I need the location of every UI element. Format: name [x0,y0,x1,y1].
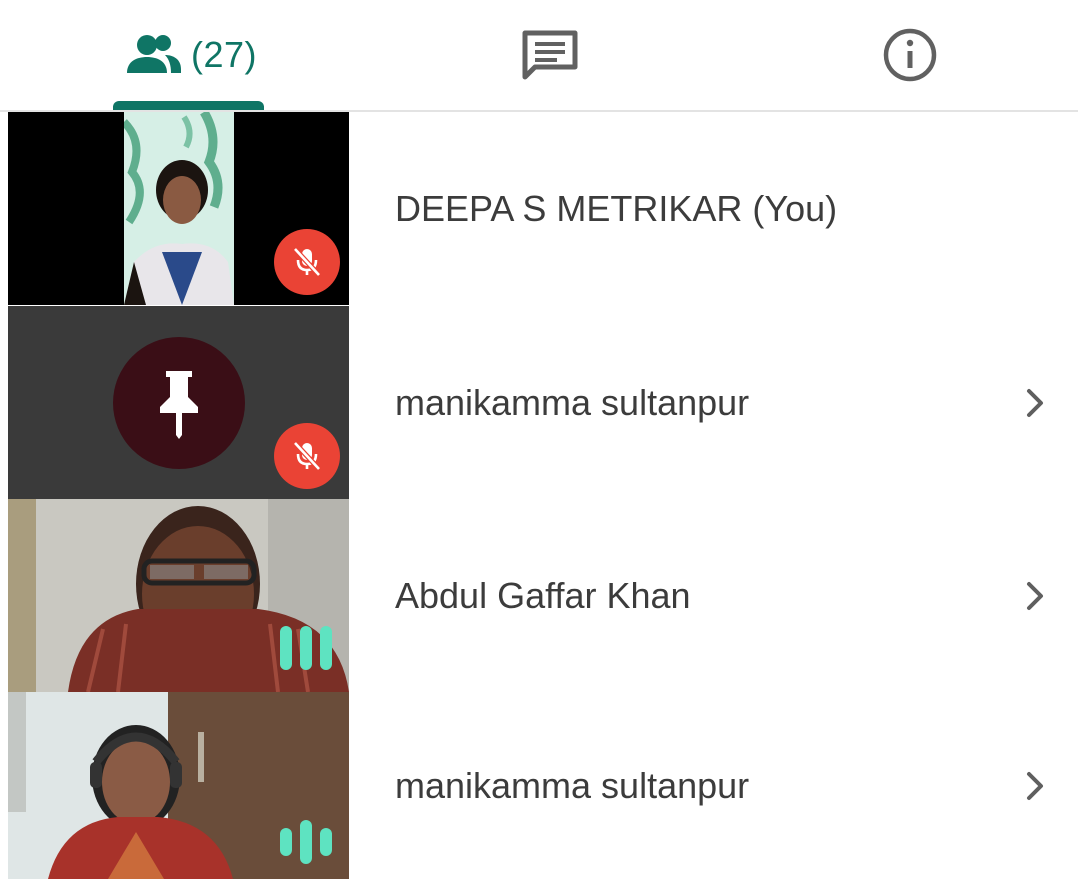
participant-video-tile [8,306,349,499]
chevron-right-icon[interactable] [1018,386,1052,420]
tab-people[interactable]: (27) [100,0,280,110]
participant-video-tile [8,499,349,692]
chat-icon [521,29,579,81]
tab-info[interactable] [820,0,1000,110]
info-icon [882,27,938,83]
participant-name: Abdul Gaffar Khan [395,574,691,616]
participant-avatar [113,337,245,469]
participant-row[interactable]: manikamma sultanpur [0,306,1078,499]
participant-video-tile [8,692,349,879]
participant-video-tile [8,112,349,305]
speaking-indicator [280,626,332,670]
people-icon [123,33,183,77]
active-tab-indicator [113,101,264,110]
mic-off-icon [290,245,324,279]
tab-chat[interactable] [460,0,640,110]
mic-muted-badge [274,229,340,295]
mic-muted-badge [274,423,340,489]
participant-name: manikamma sultanpur [395,381,750,423]
participant-row[interactable]: manikamma sultanpur [0,692,1078,879]
chevron-right-icon[interactable] [1018,579,1052,613]
speaking-indicator [280,820,332,864]
participant-video [124,112,234,305]
chevron-right-icon[interactable] [1018,769,1052,803]
participant-name: DEEPA S METRIKAR (You) [395,187,838,229]
participant-row-self: DEEPA S METRIKAR (You) [0,112,1078,305]
participant-panel-tabbar: (27) [0,0,1078,112]
participant-row[interactable]: Abdul Gaffar Khan [0,499,1078,692]
participant-name: manikamma sultanpur [395,764,750,806]
mic-off-icon [290,439,324,473]
pin-icon [152,367,206,439]
participant-count: (27) [190,34,258,75]
